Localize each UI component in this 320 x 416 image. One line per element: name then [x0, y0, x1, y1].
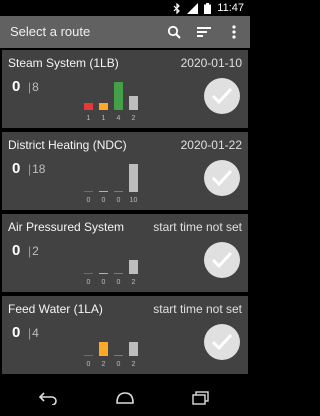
status-bar-label: 1: [86, 115, 91, 122]
total-count: 18: [28, 162, 45, 176]
route-start-time: start time not set: [153, 220, 242, 234]
home-icon[interactable]: [114, 391, 136, 410]
status-bar-label: 2: [131, 279, 136, 286]
battery-icon: [204, 2, 212, 14]
overflow-menu-icon[interactable]: [224, 22, 244, 42]
route-list: Steam System (1LB) 2020-01-10 0 8 1 1 4 2 D…: [2, 48, 248, 383]
done-count: 0: [12, 160, 21, 177]
status-bar-red: [84, 103, 93, 110]
done-count: 0: [12, 242, 21, 259]
route-card-steam-system[interactable]: Steam System (1LB) 2020-01-10 0 8 1 1 4 2: [2, 50, 248, 128]
done-count: 0: [12, 78, 21, 95]
route-start-time: 2020-01-22: [180, 138, 242, 152]
status-bar-chart: 0 0 0 10: [84, 154, 144, 204]
status-bar-red: [84, 191, 93, 192]
check-icon[interactable]: [204, 78, 240, 114]
route-name: Air Pressured System: [8, 220, 125, 234]
system-nav-bar: [0, 383, 250, 416]
clock: 11:47: [217, 2, 244, 14]
status-bar-label: 0: [116, 197, 121, 204]
status-bar-label: 0: [101, 279, 106, 286]
status-bar-gray: [129, 260, 138, 274]
route-name: Feed Water (1LA): [8, 302, 103, 316]
status-bar-chart: 1 1 4 2: [84, 72, 144, 122]
sort-icon[interactable]: [194, 22, 214, 42]
status-bar-orange: [99, 191, 108, 192]
status-bar-label: 1: [101, 115, 106, 122]
status-bar-gray: [129, 96, 138, 110]
back-icon[interactable]: [38, 391, 58, 410]
status-bar-label: 4: [116, 115, 121, 122]
app-bar: Select a route: [0, 16, 250, 48]
status-bar-label: 0: [86, 197, 91, 204]
check-icon[interactable]: [204, 242, 240, 278]
status-bar-green: [114, 191, 123, 192]
total-count: 8: [28, 80, 39, 94]
status-bar-red: [84, 355, 93, 356]
status-bar-label: 2: [131, 115, 136, 122]
status-bar-label: 0: [101, 197, 106, 204]
done-count: 0: [12, 324, 21, 341]
status-bar-label: 0: [116, 361, 121, 368]
total-count: 2: [28, 244, 39, 258]
status-bar-orange: [99, 342, 108, 356]
status-bar-label: 2: [131, 361, 136, 368]
search-icon[interactable]: [164, 22, 184, 42]
route-card-air-pressured-system[interactable]: Air Pressured System start time not set …: [2, 214, 248, 292]
bluetooth-icon: [173, 2, 181, 14]
route-start-time: start time not set: [153, 302, 242, 316]
recents-icon[interactable]: [192, 391, 210, 410]
status-bar-gray: [129, 342, 138, 356]
route-name: Steam System (1LB): [8, 56, 119, 70]
page-title: Select a route: [10, 24, 91, 39]
status-bar-chart: 0 2 0 2: [84, 318, 144, 368]
status-bar: 11:47: [0, 0, 250, 16]
route-card-feed-water[interactable]: Feed Water (1LA) start time not set 0 4 …: [2, 296, 248, 374]
status-bar-green: [114, 82, 123, 110]
route-name: District Heating (NDC): [8, 138, 127, 152]
status-bar-orange: [99, 103, 108, 110]
route-card-district-heating[interactable]: District Heating (NDC) 2020-01-22 0 18 0…: [2, 132, 248, 210]
status-bar-label: 0: [116, 279, 121, 286]
status-bar-label: 0: [86, 361, 91, 368]
status-bar-gray: [129, 164, 138, 192]
total-count: 4: [28, 326, 39, 340]
status-bar-orange: [99, 273, 108, 274]
status-bar-green: [114, 355, 123, 356]
status-bar-label: 2: [101, 361, 106, 368]
check-icon[interactable]: [204, 160, 240, 196]
status-bar-chart: 0 0 0 2: [84, 236, 144, 286]
status-bar-label: 0: [86, 279, 91, 286]
check-icon[interactable]: [204, 324, 240, 360]
signal-icon: [187, 2, 199, 14]
status-bar-green: [114, 273, 123, 274]
status-bar-red: [84, 273, 93, 274]
route-start-time: 2020-01-10: [180, 56, 242, 70]
status-bar-label: 10: [129, 197, 138, 204]
